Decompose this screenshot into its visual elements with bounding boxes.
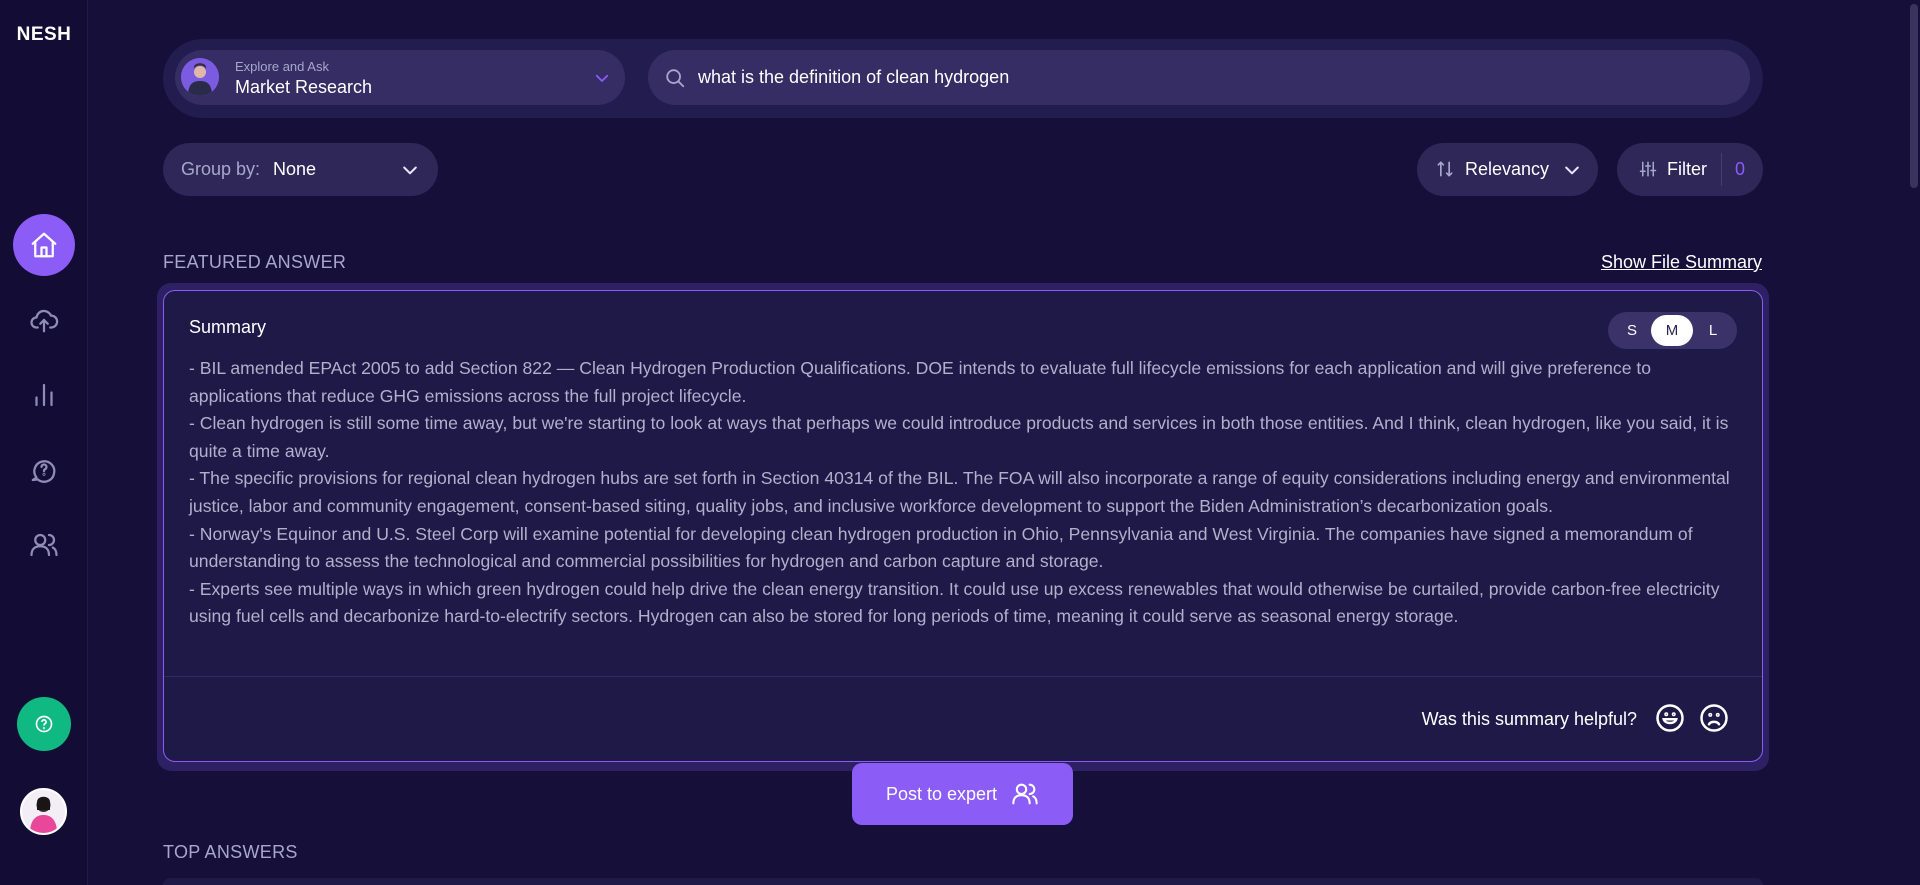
sidebar-item-upload[interactable] — [13, 289, 75, 351]
filter-divider — [1721, 153, 1722, 186]
users-icon — [30, 533, 58, 557]
sidebar-item-questions[interactable] — [13, 439, 75, 501]
post-to-expert-label: Post to expert — [885, 783, 998, 804]
summary-length-toggle: S M L — [1608, 312, 1737, 349]
summary-bullet: - Experts see multiple ways in which gre… — [189, 578, 1720, 627]
context-caption: Explore and Ask — [235, 59, 329, 74]
sidebar-item-home[interactable] — [13, 214, 75, 276]
summary-bullet: - Norway's Equinor and U.S. Steel Corp w… — [189, 523, 1693, 572]
top-answers-heading: TOP ANSWERS — [163, 842, 298, 862]
show-file-summary-link[interactable]: Show File Summary — [1601, 252, 1762, 273]
home-icon — [31, 232, 57, 258]
card-title: Summary — [189, 317, 267, 337]
users-icon — [1012, 783, 1038, 805]
search-icon — [664, 67, 686, 89]
size-option-small[interactable]: S — [1611, 315, 1653, 346]
scrollbar-thumb[interactable] — [1910, 4, 1918, 188]
summary-bullet: - Clean hydrogen is still some time away… — [189, 413, 1729, 461]
post-to-expert-button[interactable]: Post to expert — [852, 763, 1073, 825]
happy-face-icon[interactable] — [1655, 703, 1685, 733]
summary-text: - BIL amended EPAct 2005 to add Section … — [189, 355, 1739, 631]
upload-cloud-icon — [30, 309, 59, 333]
sort-label: Relevancy — [1465, 159, 1550, 179]
sad-face-icon[interactable] — [1699, 703, 1729, 733]
group-by-label: Group by: — [181, 159, 261, 179]
helpful-question: Was this summary helpful? — [1421, 709, 1637, 729]
group-by-value: None — [273, 159, 317, 179]
question-chat-icon — [31, 460, 56, 483]
context-selector[interactable]: Explore and Ask Market Research — [175, 50, 625, 105]
help-circle-icon — [35, 715, 53, 733]
filter-count: 0 — [1735, 159, 1746, 179]
summary-card: Summary S M L - BIL amended EPAct 2005 t… — [163, 290, 1763, 762]
search-bar: Explore and Ask Market Research — [163, 39, 1763, 118]
sidebar: NESH — [0, 0, 88, 885]
chevron-down-icon — [1562, 160, 1582, 185]
search-input[interactable] — [698, 50, 1738, 105]
group-by-dropdown[interactable]: Group by: None — [163, 143, 438, 196]
summary-bullet: - BIL amended EPAct 2005 to add Section … — [189, 358, 1652, 406]
size-option-large[interactable]: L — [1692, 315, 1734, 346]
chevron-down-icon — [593, 69, 611, 87]
summary-bullet: - The specific provisions for regional c… — [189, 468, 1730, 516]
avatar-image — [22, 790, 65, 833]
app-logo[interactable]: NESH — [0, 24, 88, 46]
filter-button[interactable]: Filter 0 — [1617, 143, 1763, 196]
sidebar-item-experts[interactable] — [13, 514, 75, 576]
chevron-down-icon — [400, 160, 420, 185]
context-value: Market Research — [235, 77, 373, 97]
featured-answer-heading: FEATURED ANSWER — [163, 252, 347, 272]
sort-arrows-icon — [1435, 159, 1455, 184]
sort-dropdown[interactable]: Relevancy — [1417, 143, 1598, 196]
size-option-medium[interactable]: M — [1651, 315, 1693, 346]
user-avatar[interactable] — [20, 788, 67, 835]
sliders-icon — [1639, 160, 1657, 183]
help-button[interactable] — [17, 697, 71, 751]
sidebar-item-analytics[interactable] — [13, 364, 75, 426]
context-avatar — [181, 58, 219, 96]
search-field[interactable] — [648, 50, 1750, 105]
card-divider — [164, 676, 1762, 677]
scrollbar[interactable] — [1906, 0, 1920, 885]
filter-label: Filter — [1667, 159, 1707, 179]
top-answer-card — [163, 878, 1763, 885]
bar-chart-icon — [35, 383, 53, 407]
